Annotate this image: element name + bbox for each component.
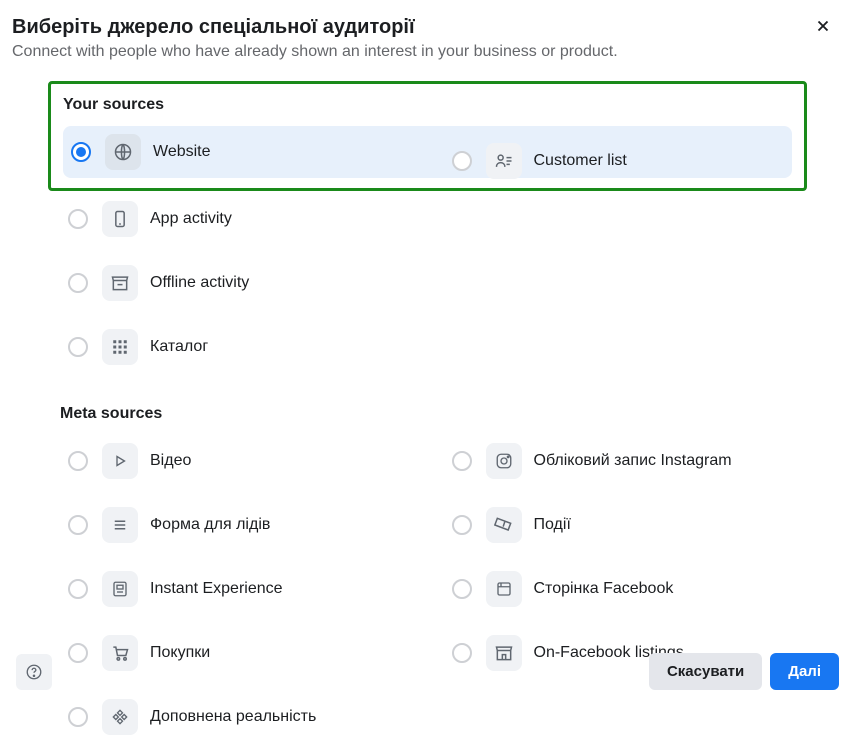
instant-experience-icon: [102, 571, 138, 607]
ar-icon: [102, 699, 138, 735]
radio-instant-experience[interactable]: [68, 579, 88, 599]
radio-video[interactable]: [68, 451, 88, 471]
radio-website[interactable]: [71, 142, 91, 162]
source-option-facebook-page[interactable]: Сторінка Facebook: [444, 563, 796, 615]
radio-catalog[interactable]: [68, 337, 88, 357]
store-icon: [102, 265, 138, 301]
dialog-title: Виберіть джерело спеціальної аудиторії: [12, 16, 843, 39]
radio-ar[interactable]: [68, 707, 88, 727]
radio-customer-list[interactable]: [452, 151, 472, 171]
option-label: Instant Experience: [150, 580, 283, 598]
help-icon: [25, 663, 43, 681]
close-icon: [814, 17, 832, 35]
radio-events[interactable]: [452, 515, 472, 535]
source-option-offline-activity[interactable]: Offline activity: [60, 257, 412, 309]
option-label: Customer list: [534, 152, 627, 170]
play-icon: [102, 443, 138, 479]
help-button[interactable]: [16, 654, 52, 690]
catalog-icon: [102, 329, 138, 365]
next-button[interactable]: Далі: [770, 653, 839, 690]
option-label: Відео: [150, 452, 191, 470]
radio-app-activity[interactable]: [68, 209, 88, 229]
your-sources-grid: Customer list App activity Offline activ…: [60, 193, 795, 373]
option-label: App activity: [150, 210, 232, 228]
cancel-button[interactable]: Скасувати: [649, 653, 762, 690]
source-option-app-activity[interactable]: App activity: [60, 193, 412, 245]
radio-facebook-page[interactable]: [452, 579, 472, 599]
source-option-instant-experience[interactable]: Instant Experience: [60, 563, 412, 615]
option-label: Каталог: [150, 338, 208, 356]
source-option-catalog[interactable]: Каталог: [60, 321, 412, 373]
your-sources-title: Your sources: [63, 96, 792, 114]
dialog-subtitle: Connect with people who have already sho…: [12, 43, 843, 61]
instagram-icon: [486, 443, 522, 479]
radio-lead-form[interactable]: [68, 515, 88, 535]
option-label: Доповнена реальність: [150, 708, 316, 726]
source-option-instagram[interactable]: Обліковий запис Instagram: [444, 435, 796, 487]
close-button[interactable]: [811, 14, 835, 38]
form-icon: [102, 507, 138, 543]
source-option-lead-form[interactable]: Форма для лідів: [60, 499, 412, 551]
option-label: Обліковий запис Instagram: [534, 452, 732, 470]
option-label: Website: [153, 143, 211, 161]
radio-instagram[interactable]: [452, 451, 472, 471]
phone-icon: [102, 201, 138, 237]
dialog-footer: Скасувати Далі: [0, 643, 855, 700]
source-option-customer-list[interactable]: Customer list: [444, 135, 796, 187]
globe-icon: [105, 134, 141, 170]
radio-offline-activity[interactable]: [68, 273, 88, 293]
ticket-icon: [486, 507, 522, 543]
option-label: Події: [534, 516, 571, 534]
option-label: Форма для лідів: [150, 516, 270, 534]
source-option-video[interactable]: Відео: [60, 435, 412, 487]
option-label: Сторінка Facebook: [534, 580, 674, 598]
dialog-header: Виберіть джерело спеціальної аудиторії C…: [0, 0, 855, 61]
meta-sources-title: Meta sources: [60, 405, 795, 423]
source-option-events[interactable]: Події: [444, 499, 796, 551]
customer-list-icon: [486, 143, 522, 179]
page-icon: [486, 571, 522, 607]
option-label: Offline activity: [150, 274, 249, 292]
